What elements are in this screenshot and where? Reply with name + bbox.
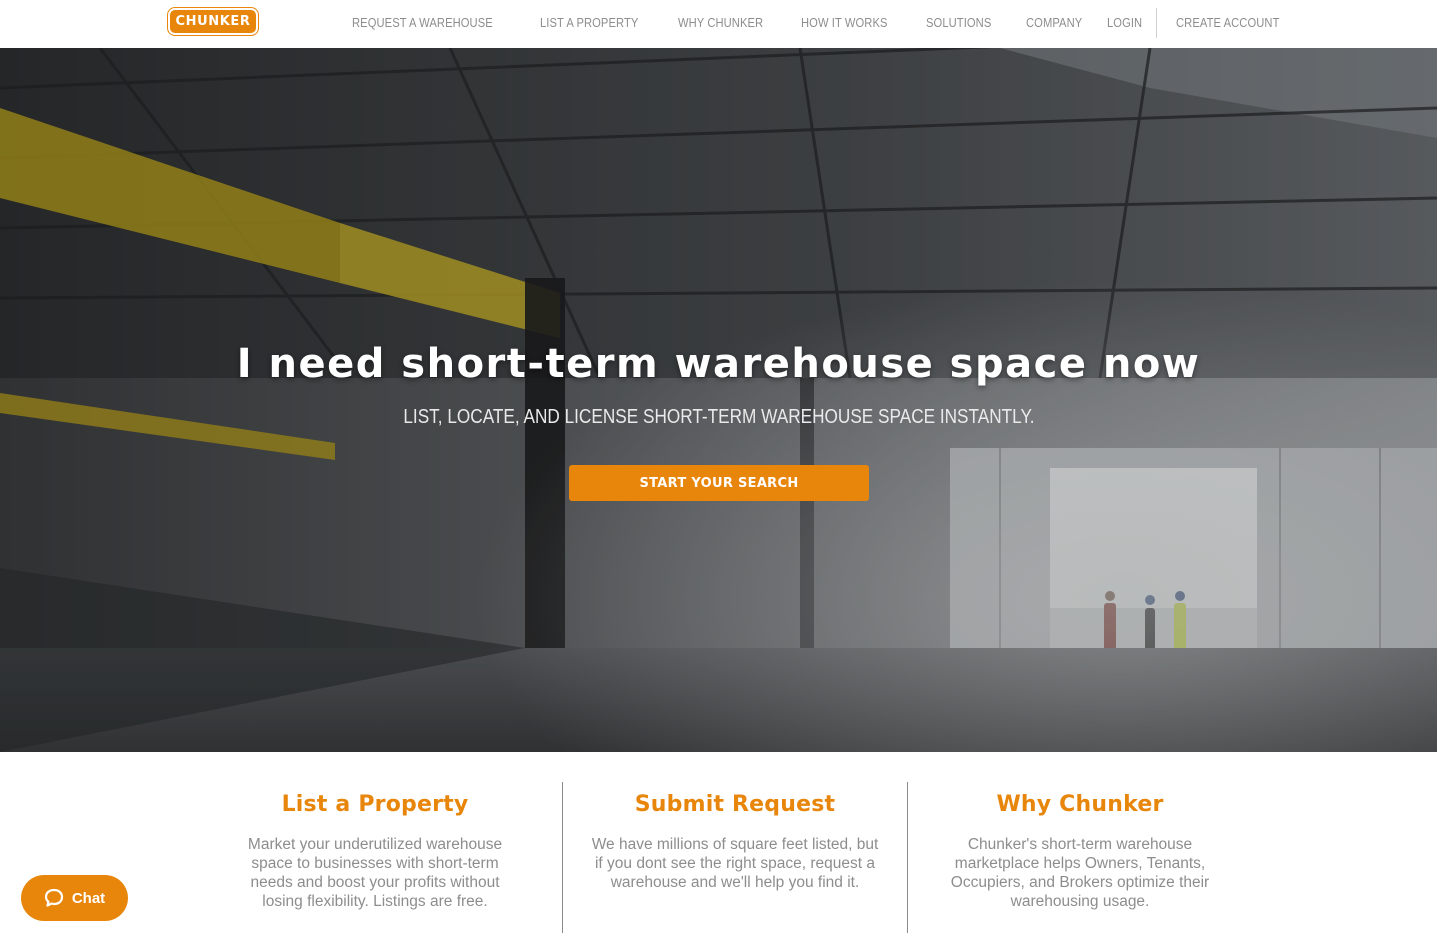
chat-bubble-icon	[44, 888, 63, 907]
nav-company[interactable]: COMPANY	[1026, 15, 1082, 30]
feature-title[interactable]: Why Chunker	[920, 792, 1240, 817]
nav-request-warehouse[interactable]: REQUEST A WAREHOUSE	[352, 15, 493, 30]
create-account-link[interactable]: CREATE ACCOUNT	[1176, 15, 1279, 30]
features-section: List a Property Market your underutilize…	[0, 752, 1437, 933]
feature-text: We have millions of square feet listed, …	[591, 836, 879, 891]
hero-subtitle-text: LIST, LOCATE, AND LICENSE SHORT-TERM WAR…	[402, 406, 1035, 428]
nav-divider	[1156, 8, 1157, 38]
feature-text: Market your underutilized warehouse spac…	[247, 836, 503, 910]
login-link[interactable]: LOGIN	[1107, 15, 1142, 30]
start-search-button[interactable]: START YOUR SEARCH	[569, 465, 869, 501]
feature-divider	[562, 782, 563, 933]
nav-solutions[interactable]: SOLUTIONS	[926, 15, 991, 30]
nav-why-chunker[interactable]: WHY CHUNKER	[678, 15, 763, 30]
feature-why-chunker: Why Chunker Chunker's short-term warehou…	[920, 782, 1240, 933]
hero-subtitle: LIST, LOCATE, AND LICENSE SHORT-TERM WAR…	[0, 406, 1437, 429]
chat-button[interactable]: Chat	[21, 875, 128, 921]
warehouse-background-image	[0, 48, 1437, 752]
chunker-logo[interactable]: CHUNKER	[170, 10, 256, 33]
feature-divider	[907, 782, 908, 933]
main-nav: REQUEST A WAREHOUSE LIST A PROPERTY WHY …	[352, 0, 1115, 45]
feature-submit-request: Submit Request We have millions of squar…	[575, 782, 895, 933]
feature-title[interactable]: List a Property	[215, 792, 535, 817]
logo-text: CHUNKER	[175, 14, 251, 29]
site-header: CHUNKER REQUEST A WAREHOUSE LIST A PROPE…	[0, 0, 1437, 49]
hero-title: I need short-term warehouse space now	[236, 341, 1201, 387]
feature-text: Chunker's short-term warehouse marketpla…	[950, 836, 1210, 910]
feature-title[interactable]: Submit Request	[575, 792, 895, 817]
feature-list-property: List a Property Market your underutilize…	[215, 782, 535, 933]
start-search-label: START YOUR SEARCH	[639, 475, 799, 491]
nav-how-it-works[interactable]: HOW IT WORKS	[801, 15, 888, 30]
hero-section: I need short-term warehouse space now LI…	[0, 48, 1437, 752]
chat-label: Chat	[71, 889, 106, 907]
nav-list-property[interactable]: LIST A PROPERTY	[540, 15, 638, 30]
